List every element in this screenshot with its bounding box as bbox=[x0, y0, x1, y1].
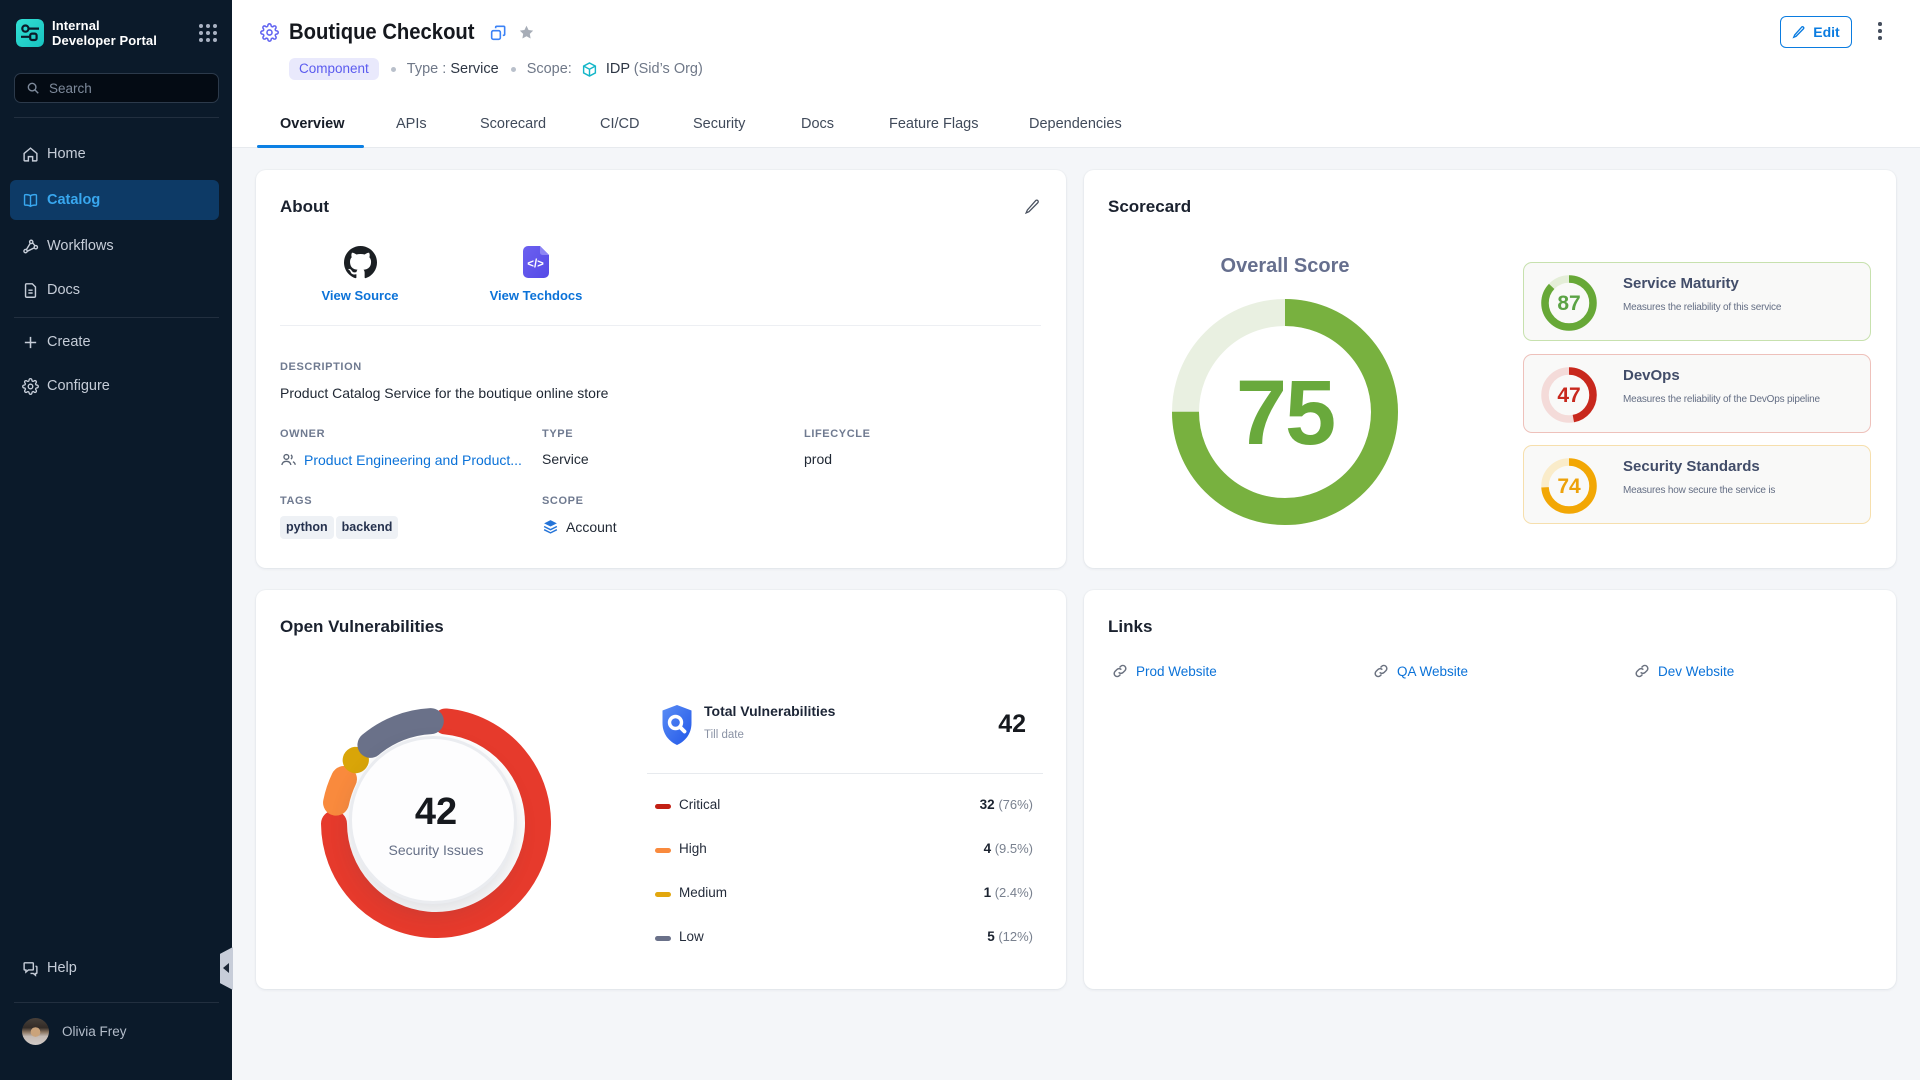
svg-text:87: 87 bbox=[1557, 292, 1580, 315]
svg-text:47: 47 bbox=[1557, 384, 1580, 407]
svg-text:</>: </> bbox=[527, 258, 544, 270]
svg-text:74: 74 bbox=[1557, 475, 1581, 498]
